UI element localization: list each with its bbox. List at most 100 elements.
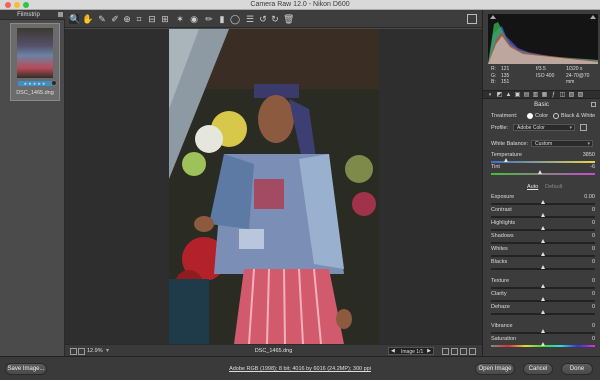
saturation-slider[interactable]	[491, 342, 595, 347]
tint-slider-handle[interactable]	[538, 170, 543, 174]
image-counter-text: Image 1/1	[401, 349, 424, 355]
whites-value[interactable]: 0	[573, 246, 595, 252]
tab-snapshots-icon[interactable]: ▨	[577, 92, 584, 98]
clarity-value[interactable]: 0	[573, 291, 595, 297]
auto-button[interactable]: Auto	[527, 184, 538, 190]
image-canvas[interactable]	[65, 29, 482, 344]
section-menu-icon[interactable]	[591, 102, 596, 107]
tab-calibration-icon[interactable]: ◫	[559, 92, 566, 98]
vibrance-label: Vibrance	[491, 323, 513, 329]
blacks-slider-handle[interactable]	[540, 265, 545, 269]
treatment-bw-radio[interactable]	[553, 113, 559, 119]
exposure-slider[interactable]	[491, 200, 595, 205]
dehaze-slider[interactable]	[491, 310, 595, 315]
highlights-value[interactable]: 0	[573, 220, 595, 226]
rotate-right-icon[interactable]: ↻	[270, 14, 280, 24]
shadow-clipping-icon[interactable]	[490, 15, 496, 19]
saturation-value[interactable]: 0	[573, 336, 595, 342]
highlights-slider[interactable]	[491, 226, 595, 231]
filmstrip-thumbnail[interactable]: ★★★★★ DSC_1465.dng	[10, 23, 60, 101]
clarity-slider-handle[interactable]	[540, 297, 545, 301]
temperature-slider-handle[interactable]	[504, 158, 509, 162]
temperature-slider[interactable]	[491, 158, 595, 163]
straighten-tool-icon[interactable]: ⊟	[147, 14, 157, 24]
swap-settings-button[interactable]	[460, 348, 467, 355]
tab-effects-icon[interactable]: ƒ	[550, 92, 557, 98]
exposure-slider-handle[interactable]	[540, 200, 545, 204]
clarity-slider[interactable]	[491, 297, 595, 302]
filmstrip-title: Filmstrip	[17, 12, 40, 18]
trash-icon[interactable]: 🗑	[283, 14, 294, 24]
profile-dropdown[interactable]: Adobe Color ▾	[513, 124, 575, 131]
white-balance-tool-icon[interactable]: ✎	[97, 14, 107, 24]
preferences-icon[interactable]: ☰	[245, 14, 255, 24]
tab-detail-icon[interactable]: ▲	[505, 92, 512, 98]
vibrance-value[interactable]: 0	[573, 323, 595, 329]
done-button[interactable]: Done	[561, 363, 593, 375]
radial-filter-icon[interactable]: ◯	[230, 14, 240, 24]
adjustment-brush-icon[interactable]: ✏	[204, 14, 214, 24]
photo-preview	[169, 29, 379, 344]
white-balance-dropdown[interactable]: Custom ▾	[531, 140, 593, 147]
profile-browser-icon[interactable]	[580, 124, 587, 131]
rotate-left-icon[interactable]: ↺	[258, 14, 268, 24]
vibrance-slider-handle[interactable]	[540, 329, 545, 333]
saturation-slider-handle[interactable]	[540, 342, 545, 346]
tab-tone-curve-icon[interactable]: ◩	[496, 92, 503, 98]
blacks-value[interactable]: 0	[573, 259, 595, 265]
tint-slider[interactable]	[491, 170, 595, 175]
image-navigator[interactable]: ◀ Image 1/1 ▶	[388, 347, 434, 355]
texture-value[interactable]: 0	[573, 278, 595, 284]
graduated-filter-icon[interactable]: ▮	[217, 14, 227, 24]
whites-slider[interactable]	[491, 252, 595, 257]
filmstrip-menu-icon[interactable]	[58, 12, 63, 17]
contrast-slider[interactable]	[491, 213, 595, 218]
cancel-button[interactable]: Cancel	[523, 363, 553, 375]
toggle-before-after-button[interactable]	[451, 348, 458, 355]
preview-preferences-button[interactable]	[469, 348, 476, 355]
thumbnail-rating[interactable]: ★★★★★	[18, 81, 52, 86]
tab-presets-icon[interactable]: ▧	[568, 92, 575, 98]
vibrance-slider[interactable]	[491, 329, 595, 334]
shadows-value[interactable]: 0	[573, 233, 595, 239]
contrast-slider-handle[interactable]	[540, 213, 545, 217]
panel-section-title: Basic	[534, 102, 549, 108]
texture-slider[interactable]	[491, 284, 595, 289]
transform-tool-icon[interactable]: ⊞	[160, 14, 170, 24]
hand-tool-icon[interactable]: ✋	[82, 14, 93, 24]
tint-value[interactable]: -6	[573, 164, 595, 170]
next-image-icon[interactable]: ▶	[427, 348, 431, 354]
tab-split-toning-icon[interactable]: ▤	[523, 92, 530, 98]
targeted-adjustment-icon[interactable]: ⊕	[122, 14, 132, 24]
color-sampler-icon[interactable]: ✐	[110, 14, 120, 24]
tab-transform-icon[interactable]: ▦	[541, 92, 548, 98]
tab-basic-icon[interactable]: ◐	[487, 92, 494, 98]
zoom-tool-icon[interactable]: 🔍	[69, 14, 80, 24]
open-image-button[interactable]: Open Image	[475, 363, 515, 375]
highlight-clipping-icon[interactable]	[590, 15, 596, 19]
highlights-slider-handle[interactable]	[540, 226, 545, 230]
shadows-slider-handle[interactable]	[540, 239, 545, 243]
whites-slider-handle[interactable]	[540, 252, 545, 256]
red-eye-icon[interactable]: ◉	[189, 14, 199, 24]
previous-image-icon[interactable]: ◀	[391, 348, 395, 354]
texture-slider-handle[interactable]	[540, 284, 545, 288]
default-button[interactable]: Default	[545, 184, 562, 190]
shadows-slider[interactable]	[491, 239, 595, 244]
exposure-value[interactable]: 0.00	[573, 194, 595, 200]
fullscreen-toggle-icon[interactable]	[467, 14, 477, 24]
dehaze-value[interactable]: 0	[573, 304, 595, 310]
temperature-value[interactable]: 3850	[573, 152, 595, 158]
iso: ISO 400	[536, 72, 555, 79]
treatment-color-radio[interactable]	[527, 113, 533, 119]
compare-view-button[interactable]	[442, 348, 449, 355]
thumbnail-image	[17, 28, 53, 78]
crop-tool-icon[interactable]: ⌗	[134, 14, 144, 24]
spot-removal-icon[interactable]: ✶	[175, 14, 185, 24]
blacks-slider[interactable]	[491, 265, 595, 270]
tab-hsl-icon[interactable]: ▣	[514, 92, 521, 98]
dehaze-slider-handle[interactable]	[540, 310, 545, 314]
contrast-value[interactable]: 0	[573, 207, 595, 213]
tab-lens-corrections-icon[interactable]: ▥	[532, 92, 539, 98]
r-value: 121	[501, 66, 510, 72]
